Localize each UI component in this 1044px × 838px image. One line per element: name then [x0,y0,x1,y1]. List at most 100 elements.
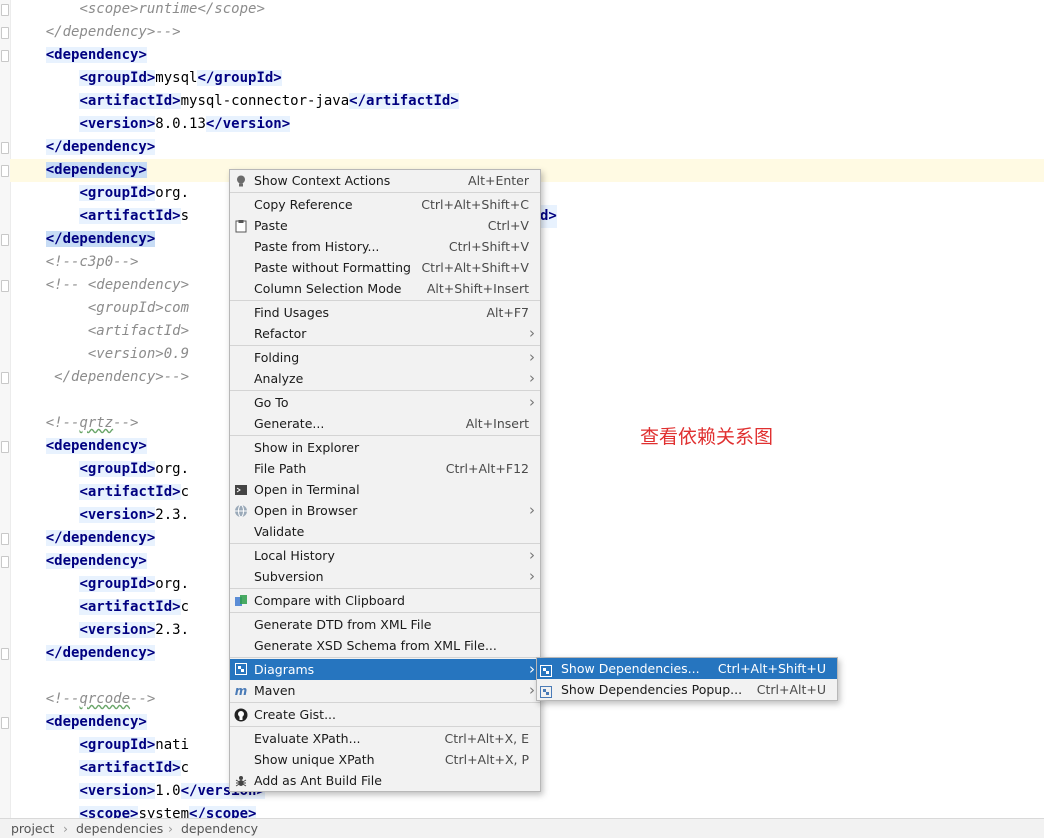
menu-item-open-in-terminal[interactable]: Open in Terminal [230,479,540,500]
fold-marker[interactable] [1,648,9,660]
menu-item-label: Show Dependencies Popup... [561,682,743,697]
chevron-right-icon: › [529,546,535,564]
xml-text: c [180,760,190,776]
menu-item-show-unique-xpath[interactable]: Show unique XPath Ctrl+Alt+X, P [230,749,540,770]
chevron-right-icon: › [529,369,535,387]
xml-tag: <version> [79,116,156,132]
menu-item-validate[interactable]: Validate [230,521,540,542]
menu-item-label: Maven [254,683,296,698]
menu-item-shortcut: Alt+Insert [465,416,529,431]
menu-item-label: Open in Terminal [254,482,360,497]
xml-tag: <groupId> [79,70,156,86]
menu-item-label: Show Dependencies... [561,661,700,676]
menu-item-label: Show unique XPath [254,752,375,767]
menu-item-paste-from-history[interactable]: Paste from History... Ctrl+Shift+V [230,236,540,257]
menu-item-label: Subversion [254,569,324,584]
menu-item-copy-reference[interactable]: Copy Reference Ctrl+Alt+Shift+C [230,194,540,215]
menu-item-folding[interactable]: Folding › [230,347,540,368]
menu-item-subversion[interactable]: Subversion › [230,566,540,587]
menu-item-label: Open in Browser [254,503,358,518]
menu-item-file-path[interactable]: File Path Ctrl+Alt+F12 [230,458,540,479]
menu-item-local-history[interactable]: Local History › [230,545,540,566]
annotation-text: 查看依赖关系图 [640,426,774,448]
xml-comment: <!-- <dependency> [45,277,190,293]
menu-item-diagrams[interactable]: Diagrams › [230,659,540,680]
menu-item-paste[interactable]: Paste Ctrl+V [230,215,540,236]
code-line[interactable]: <dependency> [10,44,1044,67]
submenu-item-show-dependencies-popup[interactable]: Show Dependencies Popup... Ctrl+Alt+U [537,679,837,700]
fold-marker[interactable] [1,372,9,384]
menu-item-label: Add as Ant Build File [254,773,382,788]
code-line[interactable]: <groupId>mysql</groupId> [10,67,1044,90]
menu-item-label: Local History [254,548,335,563]
menu-item-label: Go To [254,395,289,410]
code-line[interactable]: <version>8.0.13</version> [10,113,1044,136]
breadcrumb: project › dependencies › dependency [0,818,1044,838]
menu-item-label: Show Context Actions [254,173,391,188]
menu-item-generate-xsd-schema-from-xml-file[interactable]: Generate XSD Schema from XML File... [230,635,540,656]
xml-tag: <groupId> [79,576,156,592]
menu-item-show-context-actions[interactable]: Show Context Actions Alt+Enter [230,170,540,191]
xml-comment: qrtz [79,415,114,431]
menu-item-show-in-explorer[interactable]: Show in Explorer [230,437,540,458]
xml-tag: dependency [54,47,139,63]
fold-marker[interactable] [1,4,9,16]
ant-icon [234,774,248,788]
xml-tag: <dependency> [45,714,147,730]
submenu-item-show-dependencies[interactable]: Show Dependencies... Ctrl+Alt+Shift+U [537,658,837,679]
xml-tag: </dependency> [45,645,156,661]
menu-item-shortcut: Alt+F7 [486,305,529,320]
menu-separator [230,192,540,193]
menu-item-column-selection-mode[interactable]: Column Selection Mode Alt+Shift+Insert [230,278,540,299]
breadcrumb-item-dependencies[interactable]: dependencies [76,819,163,838]
context-menu: Show Context Actions Alt+Enter Copy Refere… [229,169,541,792]
code-line[interactable]: </dependency> [10,136,1044,159]
fold-marker[interactable] [1,533,9,545]
xml-tag: <artifactId> [79,93,181,109]
menu-item-label: Diagrams [254,662,315,677]
fold-marker[interactable] [1,556,9,568]
menu-item-find-usages[interactable]: Find Usages Alt+F7 [230,302,540,323]
fold-marker[interactable] [1,280,9,292]
fold-marker[interactable] [1,50,9,62]
fold-marker[interactable] [1,165,9,177]
chevron-right-icon: › [529,324,535,342]
fold-marker[interactable] [1,234,9,246]
chevron-right-icon: › [168,821,173,836]
code-line[interactable]: </dependency>--> [10,21,1044,44]
menu-separator [230,435,540,436]
menu-item-label: Generate XSD Schema from XML File... [254,638,497,653]
menu-item-evaluate-xpath[interactable]: Evaluate XPath... Ctrl+Alt+X, E [230,728,540,749]
xml-text: 1.0 [155,783,181,799]
xml-comment: --> [113,415,139,431]
menu-item-create-gist[interactable]: Create Gist... [230,704,540,725]
menu-separator [230,543,540,544]
menu-item-maven[interactable]: m Maven › [230,680,540,701]
menu-item-analyze[interactable]: Analyze › [230,368,540,389]
menu-item-generate[interactable]: Generate... Alt+Insert [230,413,540,434]
menu-item-label: Analyze [254,371,304,386]
code-line[interactable]: <artifactId>mysql-connector-java</artifa… [10,90,1044,113]
fold-marker[interactable] [1,27,9,39]
xml-text: mysql [155,70,198,86]
xml-tag: </dependency> [45,530,156,546]
menu-item-paste-without-formatting[interactable]: Paste without Formatting Ctrl+Alt+Shift+V [230,257,540,278]
menu-item-compare-with-clipboard[interactable]: Compare with Clipboard [230,590,540,611]
menu-item-open-in-browser[interactable]: Open in Browser › [230,500,540,521]
menu-item-add-as-ant-build-file[interactable]: Add as Ant Build File [230,770,540,791]
xml-comment: <version>0.9 [87,346,190,362]
fold-marker[interactable] [1,441,9,453]
chevron-right-icon: › [529,501,535,519]
menu-item-refactor[interactable]: Refactor › [230,323,540,344]
terminal-icon [234,483,248,497]
menu-item-generate-dtd-from-xml-file[interactable]: Generate DTD from XML File [230,614,540,635]
menu-item-go-to[interactable]: Go To › [230,392,540,413]
menu-item-shortcut: Ctrl+Alt+Shift+U [717,661,826,676]
fold-marker[interactable] [1,717,9,729]
menu-item-label: Copy Reference [254,197,353,212]
code-line[interactable]: <scope>runtime</scope> [10,0,1044,21]
menu-item-label: File Path [254,461,307,476]
breadcrumb-item-project[interactable]: project [11,819,54,838]
fold-marker[interactable] [1,142,9,154]
breadcrumb-item-dependency[interactable]: dependency [181,819,258,838]
